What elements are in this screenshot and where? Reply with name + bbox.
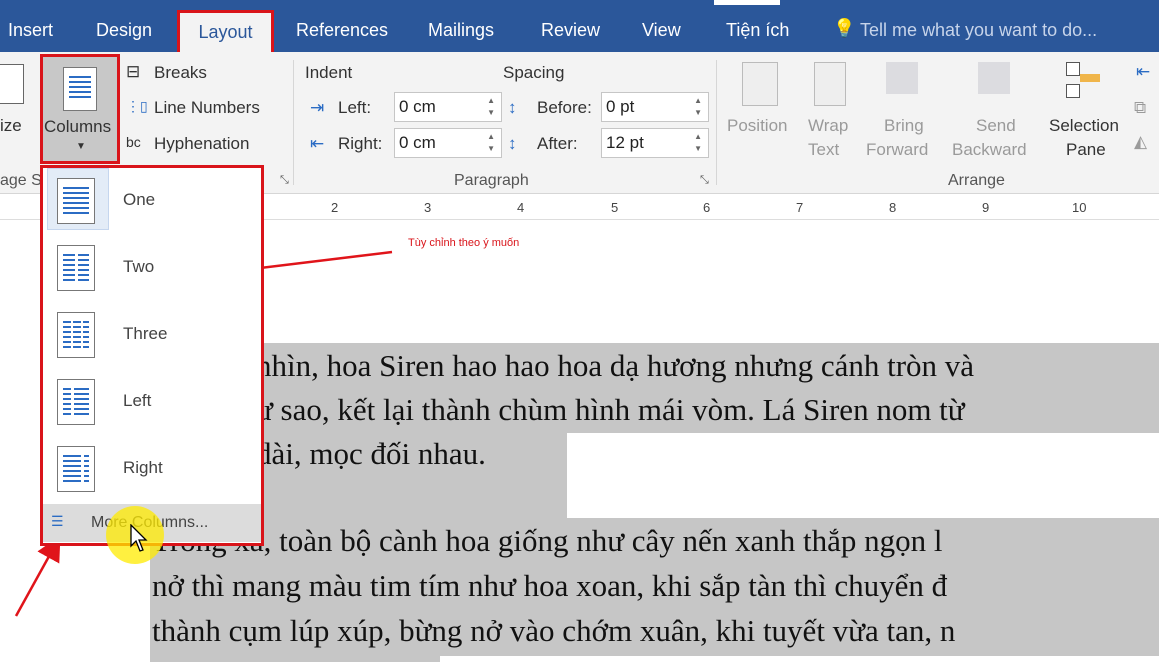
left-column-icon [57,379,95,425]
columns-dropdown-menu: One Two Three Left Right ☰ More Columns.… [40,165,264,546]
menu-item-right[interactable]: Right [43,436,261,502]
menu-item-left[interactable]: Left [43,369,261,435]
menu-item-label: Right [123,458,163,477]
three-columns-icon [57,312,95,358]
menu-item-label: Three [123,324,168,343]
menu-item-two[interactable]: Two [43,235,261,301]
columns-small-icon: ☰ [51,513,64,529]
two-columns-icon [57,245,95,291]
menu-item-one[interactable]: One [43,168,261,234]
one-column-icon [57,178,95,224]
mouse-cursor-icon [130,524,148,552]
arrow-to-more-columns [14,535,61,617]
menu-item-label: Left [123,391,152,410]
menu-item-label: One [123,190,156,209]
menu-item-three[interactable]: Three [43,302,261,368]
right-column-icon [57,446,95,492]
menu-item-label: Two [123,257,155,276]
